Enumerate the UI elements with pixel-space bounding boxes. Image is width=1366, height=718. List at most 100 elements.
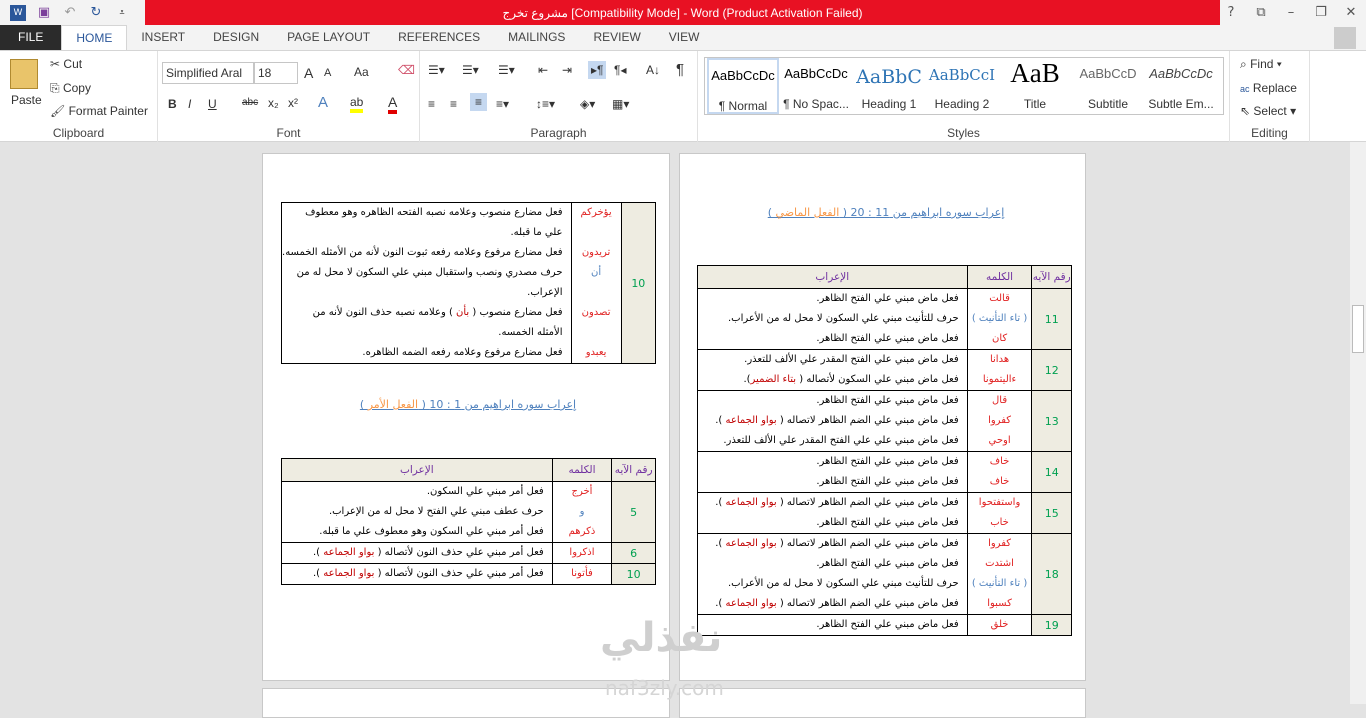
align-right-icon[interactable]: ≡ [470,93,488,111]
style-name: Subtle Em... [1148,97,1214,111]
word: كان [991,333,1008,344]
copy-button[interactable]: ⎘ Copy [50,81,91,96]
tab-mailings[interactable]: MAILINGS [494,25,579,50]
font-color-icon[interactable]: A [388,94,398,114]
grow-font-button[interactable]: A [304,65,313,81]
title-main: إعراب سوره ابراهيم من 1 : 10 ( [418,398,577,411]
clear-formatting-icon[interactable]: ⌫ [398,63,415,77]
style-subtleem[interactable]: AaBbCcDc Subtle Em... [1145,58,1217,114]
align-left-icon[interactable]: ≡ [428,97,435,111]
irab-end: ). [312,568,324,579]
table-row: 13 قال كفروا اوحي فعل ماض مبني علي الفتح الظ… [697,390,1072,452]
title-emphasis: الفعل الماضي [775,206,840,219]
cut-button[interactable]: ✂ Cut [50,57,82,71]
maximize-button[interactable]: ❐ [1306,0,1336,25]
irab-cell: فعل أمر مبني علي حذف النون لأتصاله ( بوا… [281,563,553,585]
undo-icon[interactable]: ↶ [62,5,78,21]
vertical-scrollbar[interactable] [1350,142,1366,704]
quick-access-toolbar: W ▣ ↶ ↻ ⩡ [0,0,130,25]
help-button[interactable]: ? [1216,0,1246,25]
shrink-font-button[interactable]: A [324,67,331,79]
underline-button[interactable]: U [208,97,217,111]
line-spacing-icon[interactable]: ↕≡▾ [536,97,555,111]
ribbon-display-button[interactable]: ⧉ [1246,0,1276,25]
irab-line: فعل ماض مبني علي الضم الظاهر لاتصاله ( ب… [698,493,958,513]
replace-label: Replace [1252,81,1297,95]
multilevel-list-icon[interactable]: ☰▾ [498,63,515,77]
word [572,223,621,243]
copy-icon: ⎘ [50,81,60,95]
replace-button[interactable]: ac Replace [1240,81,1297,95]
scrollbar-thumb[interactable] [1352,305,1364,353]
font-size-select[interactable]: 18 [254,62,298,84]
irab-cell: فعل ماض مبني علي الفتح الظاهر. فعل ماض مب… [697,390,968,452]
style-nospac[interactable]: AaBbCcDc ¶ No Spac... [780,58,852,114]
tab-file[interactable]: FILE [0,25,62,50]
close-button[interactable]: ✕ [1336,0,1366,25]
irab-text: فعل أمر مبني علي السكون وهو معطوف علي ما… [319,526,544,537]
irab-text: فعل ماض مبني علي الضم الظاهر لاتصاله ( [776,538,959,549]
find-button[interactable]: ⌕ Find ▾ [1240,57,1282,72]
tab-view[interactable]: VIEW [655,25,714,50]
font-name-select[interactable]: Simplified Aral [162,62,254,84]
bold-button[interactable]: B [168,97,177,111]
replace-icon: ac [1240,84,1250,94]
style-title[interactable]: AaB Title [999,58,1071,114]
superscript-button[interactable]: x² [288,96,298,110]
redo-icon[interactable]: ↻ [88,5,104,21]
tab-insert[interactable]: INSERT [127,25,199,50]
text-effects-icon[interactable]: A [318,94,328,111]
decrease-indent-icon[interactable]: ⇤ [538,63,548,77]
irab-text: فعل ماض مبني علي الفتح الظاهر. [816,456,959,467]
bullets-icon[interactable]: ☰▾ [428,63,445,77]
change-case-button[interactable]: Aa [354,65,369,79]
style-preview: AaBbCcD [1079,66,1137,81]
paste-button[interactable]: Paste [11,93,42,107]
customize-icon[interactable]: ⩡ [114,5,130,21]
user-avatar[interactable] [1334,27,1356,49]
select-button[interactable]: ⇖ Select ▾ [1240,104,1296,118]
irab-highlight: بواو الجماعه [323,547,375,558]
style-subtitle[interactable]: AaBbCcD Subtitle [1072,58,1144,114]
styles-group: AaBbCcDc ¶ Normal AaBbCcDc ¶ No Spac... AaBb… [698,51,1230,142]
align-center-icon[interactable]: ≡ [450,97,457,111]
highlight-color-icon[interactable]: ab [350,95,364,113]
justify-icon[interactable]: ≡▾ [496,97,509,111]
irab-end: ). [715,415,726,426]
rtl-direction-icon[interactable]: ¶◂ [614,63,626,77]
ltr-direction-icon[interactable]: ▸¶ [588,61,607,79]
style-name: Title [1023,97,1047,111]
irab-line: فعل أمر مبني علي حذف النون لأتصاله ( بوا… [282,543,544,563]
shading-icon[interactable]: ◈▾ [580,97,595,111]
table-row: 15 واستفتحوا خاب فعل ماض مبني علي الضم الظا… [697,492,1072,534]
style-heading[interactable]: AaBbCcI Heading 2 [926,58,998,114]
copy-label: Copy [62,81,91,95]
tab-references[interactable]: REFERENCES [384,25,494,50]
tab-home[interactable]: HOME [61,25,128,50]
tab-design[interactable]: DESIGN [199,25,273,50]
irab-line: فعل أمر مبني علي حذف النون لأتصاله ( بوا… [282,564,544,584]
style-heading[interactable]: AaBbC Heading 1 [853,58,925,114]
strikethrough-button[interactable]: abc [242,97,258,108]
tab-page-layout[interactable]: PAGE LAYOUT [273,25,384,50]
minimize-button[interactable]: – [1276,0,1306,25]
word: أخرج [571,486,593,497]
verse-number: 14 [1031,451,1072,493]
tab-review[interactable]: REVIEW [579,25,654,50]
save-icon[interactable]: ▣ [36,5,52,21]
word: و [579,506,585,517]
sort-icon[interactable]: A↓ [646,63,660,77]
show-formatting-icon[interactable]: ¶ [676,61,684,78]
subscript-button[interactable]: x₂ [268,96,279,110]
italic-button[interactable]: I [188,97,191,111]
irab-line: فعل ماض مبني علي الضم الظاهر لاتصاله ( ب… [698,594,958,614]
format-painter-button[interactable]: 🖌 Format Painter [50,104,148,118]
style-normal[interactable]: AaBbCcDc ¶ Normal [707,58,779,114]
cursor-icon: ⇖ [1240,104,1251,118]
word: قالت [989,293,1010,304]
borders-icon[interactable]: ▦▾ [612,97,629,111]
word: ( تاء التأنيث ) [971,578,1028,589]
numbering-icon[interactable]: ☰▾ [462,63,479,77]
increase-indent-icon[interactable]: ⇥ [562,63,572,77]
ribbon: Paste ✂ Cut ⎘ Copy 🖌 Format Painter Clip… [0,50,1366,142]
